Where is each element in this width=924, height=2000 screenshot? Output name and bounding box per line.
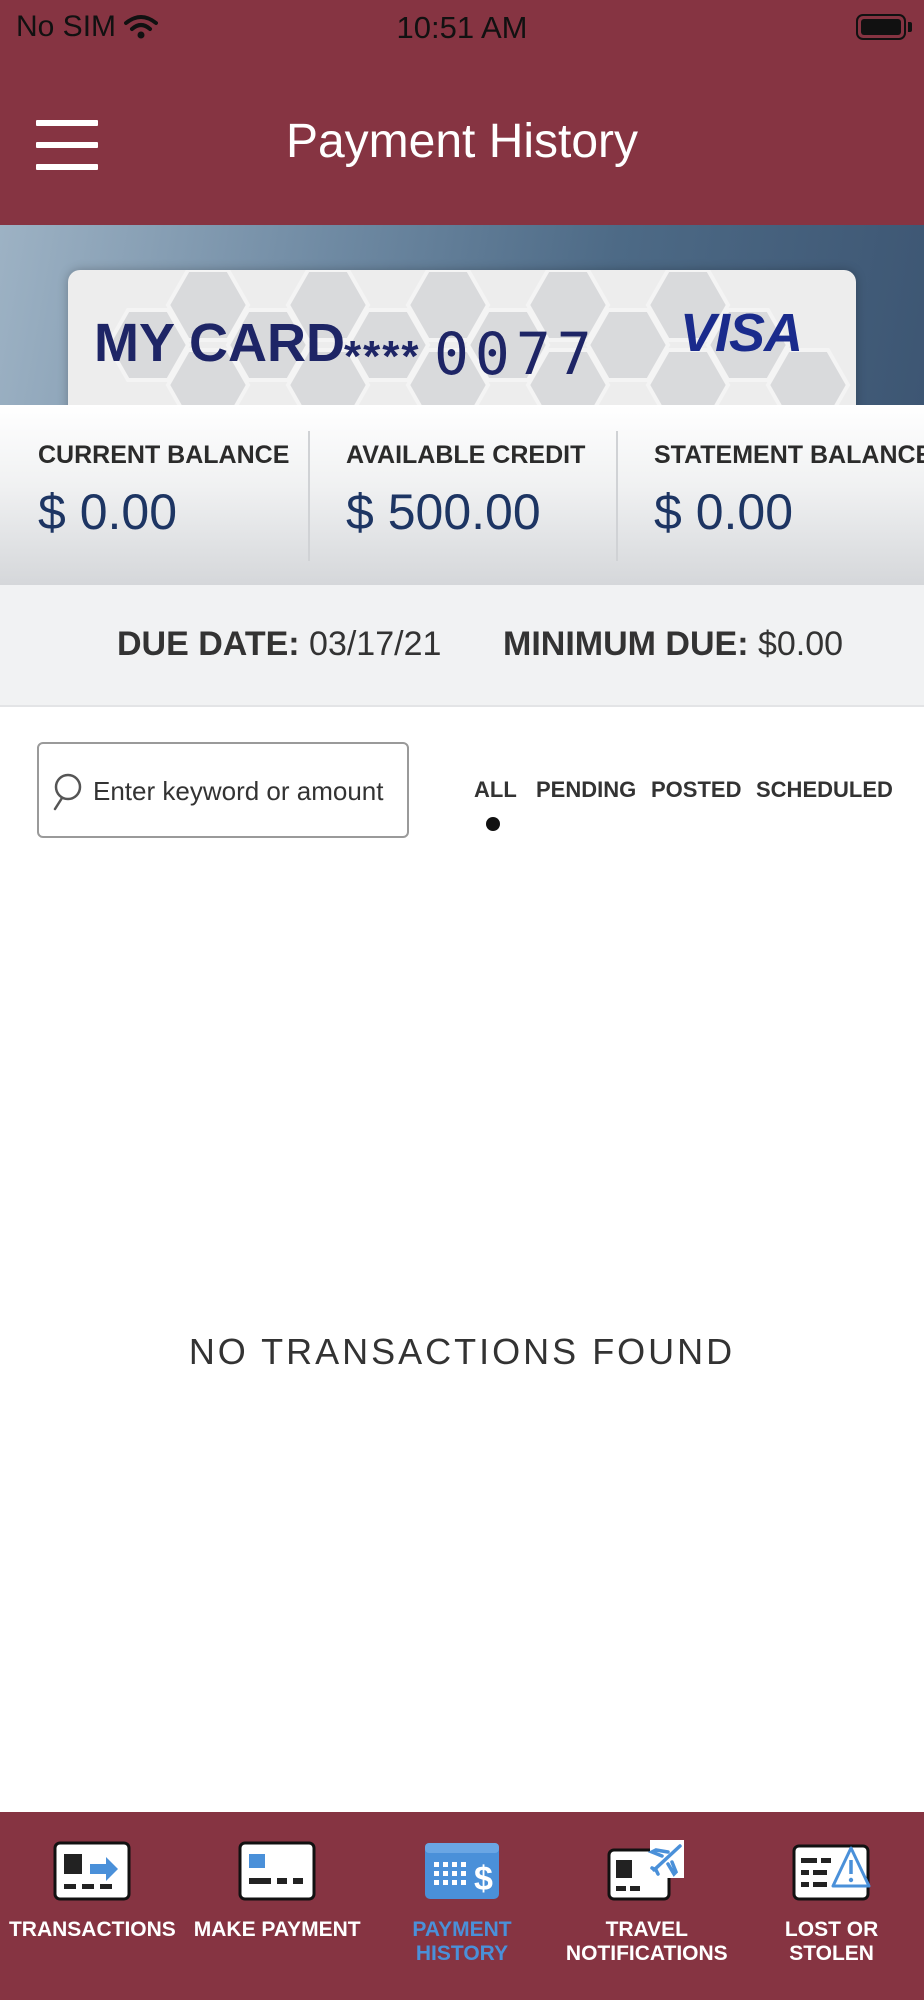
battery-icon: [856, 14, 906, 40]
battery-cap: [908, 22, 912, 32]
transactions-card-icon: [53, 1841, 131, 1901]
svg-text:$: $: [474, 1860, 493, 1898]
lost-stolen-warning-icon: [792, 1844, 871, 1901]
due-date-value: 03/17/21: [309, 625, 442, 663]
tab-make-payment[interactable]: MAKE PAYMENT: [185, 1812, 370, 2000]
statement-balance-label: STATEMENT BALANCE: [654, 441, 924, 469]
tab-lost-or-stolen[interactable]: LOST OR STOLEN: [739, 1812, 924, 2000]
tab-lost-or-stolen-label: LOST OR STOLEN: [784, 1918, 879, 1965]
due-info-bar: DUE DATE: 03/17/21 MINIMUM DUE: $0.00: [0, 585, 924, 707]
tab-transactions[interactable]: TRANSACTIONS: [0, 1812, 185, 2000]
filter-tab-posted[interactable]: POSTED: [651, 777, 741, 803]
card-last-four: 0077: [434, 320, 598, 388]
tab-payment-history-label: PAYMENT HISTORY: [412, 1918, 512, 1965]
filter-tab-all[interactable]: ALL: [474, 777, 517, 803]
nav-bar: Payment History: [0, 62, 924, 225]
current-balance-label: CURRENT BALANCE: [38, 441, 290, 469]
credit-card[interactable]: MY CARD **** 0077 VISA: [68, 270, 856, 405]
tab-transactions-label: TRANSACTIONS: [8, 1918, 176, 1941]
tab-travel-notifications[interactable]: TRAVEL NOTIFICATIONS: [554, 1812, 739, 2000]
search-box[interactable]: [37, 742, 409, 838]
empty-state-message: NO TRANSACTIONS FOUND: [188, 1331, 736, 1372]
balance-summary: CURRENT BALANCE $ 0.00 AVAILABLE CREDIT …: [0, 405, 924, 585]
available-credit: AVAILABLE CREDIT $ 500.00: [308, 405, 616, 585]
tab-payment-history[interactable]: $ PAYMENT HISTORY: [370, 1812, 555, 2000]
card-name: MY CARD: [94, 313, 346, 373]
due-date-label: DUE DATE:: [117, 625, 300, 663]
travel-plane-icon: [607, 1840, 685, 1901]
minimum-due-label: MINIMUM DUE:: [503, 625, 749, 663]
statement-balance: STATEMENT BALANCE $ 0.00: [616, 405, 924, 585]
search-icon: [53, 773, 82, 811]
available-credit-label: AVAILABLE CREDIT: [346, 441, 586, 469]
card-number-mask: ****: [344, 332, 421, 381]
make-payment-card-icon: [238, 1841, 316, 1901]
minimum-due-value: $0.00: [757, 625, 844, 663]
due-date: DUE DATE: 03/17/21: [117, 625, 441, 664]
statement-balance-value: $ 0.00: [654, 484, 794, 540]
payment-history-calendar-icon: $: [424, 1843, 499, 1899]
bottom-tab-bar: TRANSACTIONS MAKE PAYMENT $ PAYMENT HIST…: [0, 1812, 924, 2000]
selected-tab-indicator: [486, 817, 500, 831]
available-credit-value: $ 500.00: [346, 484, 541, 540]
tab-make-payment-label: MAKE PAYMENT: [193, 1918, 361, 1941]
page-title: Payment History: [285, 115, 639, 168]
visa-logo: VISA: [680, 303, 803, 363]
filter-tab-scheduled[interactable]: SCHEDULED: [756, 777, 893, 803]
minimum-due: MINIMUM DUE: $0.00: [503, 625, 843, 664]
card-banner: MY CARD **** 0077 VISA: [0, 225, 924, 405]
search-input[interactable]: [91, 744, 405, 838]
current-balance-value: $ 0.00: [38, 484, 178, 540]
filter-tab-pending[interactable]: PENDING: [536, 777, 636, 803]
tab-travel-notifications-label: TRAVEL NOTIFICATIONS: [565, 1918, 728, 1965]
status-bar: No SIM 10:51 AM: [0, 0, 924, 62]
status-time: 10:51 AM: [396, 10, 528, 45]
current-balance: CURRENT BALANCE $ 0.00: [0, 405, 308, 585]
